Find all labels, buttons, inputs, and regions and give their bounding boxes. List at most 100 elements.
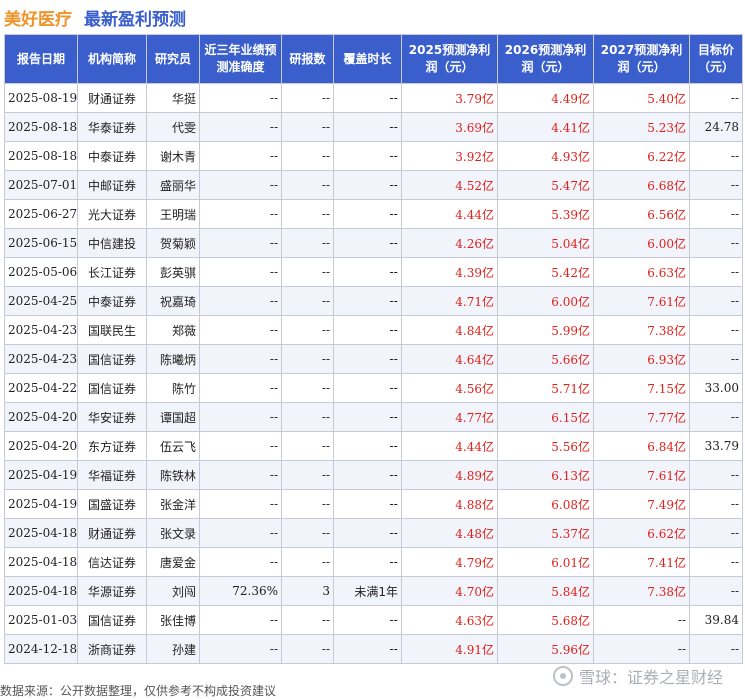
cell-institution: 信达证券 — [77, 547, 147, 577]
cell-report-count: -- — [281, 83, 334, 113]
cell-date: 2025-06-15 — [4, 228, 78, 258]
cell-analyst: 张金洋 — [146, 489, 200, 519]
cell-analyst: 陈铁林 — [146, 460, 200, 490]
table-header-row: 报告日期 机构简称 研究员 近三年业绩预测准确度 研报数 覆盖时长 2025预测… — [4, 34, 743, 84]
cell-report-count: -- — [281, 518, 334, 548]
cell-profit-2026: 5.84亿 — [497, 576, 594, 606]
cell-profit-2027: 5.23亿 — [593, 112, 690, 142]
cell-target-price: 39.84 — [689, 605, 743, 635]
table-row: 2025-08-18 中泰证券 谢木青 -- -- -- 3.92亿 4.93亿 6.22亿 -- — [4, 141, 743, 171]
cell-institution: 中泰证券 — [77, 141, 147, 171]
cell-report-count: -- — [281, 431, 334, 461]
cell-profit-2025: 4.70亿 — [401, 576, 498, 606]
cell-profit-2026: 5.71亿 — [497, 373, 594, 403]
table-row: 2025-01-03 国信证券 张佳博 -- -- -- 4.63亿 5.68亿 -- 39.84 — [4, 605, 743, 635]
cell-institution: 国信证券 — [77, 344, 147, 374]
cell-date: 2025-01-03 — [4, 605, 78, 635]
snowball-logo-icon — [552, 666, 573, 686]
cell-profit-2025: 4.63亿 — [401, 605, 498, 635]
cell-report-count: -- — [281, 228, 334, 258]
cell-profit-2026: 5.68亿 — [497, 605, 594, 635]
table-row: 2025-04-20 华安证券 谭国超 -- -- -- 4.77亿 6.15亿 7.77亿 -- — [4, 402, 743, 432]
cell-target-price: -- — [689, 344, 743, 374]
cell-target-price: -- — [689, 83, 743, 113]
cell-accuracy: -- — [199, 141, 282, 171]
cell-accuracy: -- — [199, 634, 282, 664]
cell-coverage: -- — [333, 547, 402, 577]
company-name[interactable]: 美好医疗 — [4, 5, 72, 30]
cell-analyst: 彭英骐 — [146, 257, 200, 287]
cell-target-price: 33.79 — [689, 431, 743, 461]
table-row: 2025-04-19 华福证券 陈铁林 -- -- -- 4.89亿 6.13亿 7.61亿 -- — [4, 460, 743, 490]
cell-accuracy: -- — [199, 286, 282, 316]
cell-coverage: 未满1年 — [333, 576, 402, 606]
cell-report-count: -- — [281, 315, 334, 345]
cell-profit-2027: 7.77亿 — [593, 402, 690, 432]
cell-coverage: -- — [333, 199, 402, 229]
cell-institution: 光大证券 — [77, 199, 147, 229]
cell-coverage: -- — [333, 112, 402, 142]
cell-target-price: -- — [689, 634, 743, 664]
cell-accuracy: -- — [199, 170, 282, 200]
page-header: 美好医疗 最新盈利预测 — [0, 0, 745, 34]
cell-accuracy: -- — [199, 605, 282, 635]
cell-target-price: -- — [689, 315, 743, 345]
table-row: 2025-04-23 国信证券 陈曦炳 -- -- -- 4.64亿 5.66亿 6.93亿 -- — [4, 344, 743, 374]
cell-institution: 国盛证券 — [77, 489, 147, 519]
cell-institution: 财通证券 — [77, 83, 147, 113]
cell-profit-2026: 6.13亿 — [497, 460, 594, 490]
cell-report-count: -- — [281, 402, 334, 432]
cell-target-price: -- — [689, 489, 743, 519]
cell-date: 2025-07-01 — [4, 170, 78, 200]
table-row: 2025-04-19 国盛证券 张金洋 -- -- -- 4.88亿 6.08亿 7.49亿 -- — [4, 489, 743, 519]
col-header-profit-2026: 2026预测净利润（元） — [497, 34, 594, 84]
cell-coverage: -- — [333, 402, 402, 432]
cell-report-count: -- — [281, 547, 334, 577]
cell-profit-2026: 5.37亿 — [497, 518, 594, 548]
cell-target-price: -- — [689, 402, 743, 432]
cell-coverage: -- — [333, 286, 402, 316]
cell-coverage: -- — [333, 83, 402, 113]
cell-profit-2025: 4.84亿 — [401, 315, 498, 345]
cell-date: 2025-08-18 — [4, 141, 78, 171]
cell-report-count: -- — [281, 170, 334, 200]
cell-date: 2025-08-18 — [4, 112, 78, 142]
table-row: 2025-06-15 中信建投 贺菊颖 -- -- -- 4.26亿 5.04亿 6.00亿 -- — [4, 228, 743, 258]
cell-profit-2026: 5.39亿 — [497, 199, 594, 229]
col-header-target-price: 目标价（元） — [689, 34, 743, 84]
cell-analyst: 谭国超 — [146, 402, 200, 432]
cell-profit-2027: 7.49亿 — [593, 489, 690, 519]
cell-institution: 东方证券 — [77, 431, 147, 461]
cell-profit-2025: 3.92亿 — [401, 141, 498, 171]
col-header-report-count: 研报数 — [281, 34, 334, 84]
col-header-profit-2027: 2027预测净利润（元） — [593, 34, 690, 84]
cell-report-count: 3 — [281, 576, 334, 606]
cell-profit-2025: 3.79亿 — [401, 83, 498, 113]
cell-analyst: 华挺 — [146, 83, 200, 113]
cell-profit-2026: 6.01亿 — [497, 547, 594, 577]
cell-profit-2027: 6.62亿 — [593, 518, 690, 548]
table-row: 2025-06-27 光大证券 王明瑞 -- -- -- 4.44亿 5.39亿 6.56亿 -- — [4, 199, 743, 229]
data-source-note: 数据来源：公开数据整理，仅供参考不构成投资建议 — [0, 684, 277, 698]
cell-profit-2027: 6.63亿 — [593, 257, 690, 287]
table-row: 2024-12-18 浙商证券 孙建 -- -- -- 4.91亿 5.96亿 -- -- — [4, 634, 743, 664]
table-row: 2025-04-18 信达证券 唐爱金 -- -- -- 4.79亿 6.01亿 7.41亿 -- — [4, 547, 743, 577]
cell-target-price: -- — [689, 576, 743, 606]
cell-profit-2027: 7.41亿 — [593, 547, 690, 577]
cell-date: 2025-06-27 — [4, 199, 78, 229]
cell-accuracy: -- — [199, 257, 282, 287]
cell-accuracy: -- — [199, 402, 282, 432]
cell-institution: 国信证券 — [77, 373, 147, 403]
cell-coverage: -- — [333, 373, 402, 403]
table-row: 2025-08-19 财通证券 华挺 -- -- -- 3.79亿 4.49亿 5.40亿 -- — [4, 83, 743, 113]
cell-date: 2025-04-20 — [4, 402, 78, 432]
cell-profit-2025: 4.44亿 — [401, 431, 498, 461]
table-row: 2025-07-01 中邮证券 盛丽华 -- -- -- 4.52亿 5.47亿 6.68亿 -- — [4, 170, 743, 200]
cell-profit-2025: 3.69亿 — [401, 112, 498, 142]
cell-target-price: 33.00 — [689, 373, 743, 403]
cell-institution: 中泰证券 — [77, 286, 147, 316]
cell-analyst: 王明瑞 — [146, 199, 200, 229]
cell-profit-2027: -- — [593, 634, 690, 664]
cell-date: 2025-05-06 — [4, 257, 78, 287]
cell-profit-2027: 6.22亿 — [593, 141, 690, 171]
